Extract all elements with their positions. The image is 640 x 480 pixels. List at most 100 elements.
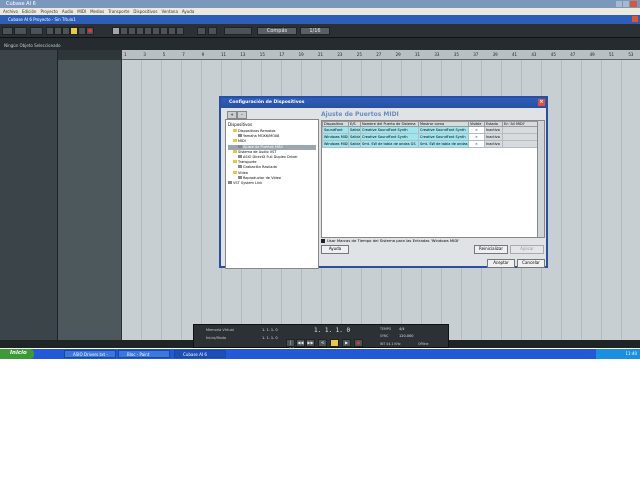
taskbar-item[interactable]: Bloc - Paint xyxy=(118,350,170,358)
menu-item-midi[interactable]: MIDI xyxy=(77,9,86,14)
timeline-ruler[interactable]: 1 3 5 7 9 11 13 15 17 19 21 23 25 27 29 31 33 35 37 39 41 43 4… xyxy=(122,50,640,60)
toolbar-button-2[interactable] xyxy=(14,27,27,35)
column-header[interactable]: Nombre del Puerto de Sistema xyxy=(360,121,419,127)
transport-record[interactable]: ● xyxy=(354,339,363,347)
device-icon xyxy=(238,175,242,179)
remove-icon[interactable]: – xyxy=(237,111,247,119)
apply-button[interactable]: Aplicar xyxy=(510,245,544,254)
tempo-mode[interactable]: TEMPO xyxy=(380,327,391,331)
reset-button[interactable]: Reinicializar xyxy=(474,245,508,254)
table-row[interactable]: Windows MIDI Salida Creative SoundFont Syn… xyxy=(322,133,538,141)
info-line-text: Ningún Objeto Seleccionado xyxy=(4,43,61,48)
tool-draw[interactable] xyxy=(168,27,176,35)
dialog-close-icon[interactable]: × xyxy=(538,99,545,106)
folder-icon xyxy=(233,149,237,153)
table-cell: Creative SoundFont Synth xyxy=(360,126,419,134)
tree-item-label: Grabación Rasilada xyxy=(243,165,277,170)
toolbar-button-1[interactable] xyxy=(2,27,13,35)
ruler-bar-23: 23 xyxy=(337,52,343,57)
transport-label-loop: Ínicio/Modo xyxy=(206,336,226,340)
ruler-bar-1: 1 xyxy=(124,52,127,57)
transport-back[interactable]: ◀◀ xyxy=(296,339,305,347)
table-row[interactable]: SoundFont Salida Creative SoundFont Synth C… xyxy=(322,126,538,134)
tree-item-label: Sistema de Audio VST xyxy=(238,149,277,154)
windows-taskbar: Inicio ASIO Drivers.txt - Bloc de notas B… xyxy=(0,349,640,364)
menu-item-medios[interactable]: Medios xyxy=(90,9,104,14)
forward-button[interactable] xyxy=(54,27,62,35)
timestamp-checkbox[interactable] xyxy=(321,239,325,243)
table-scrollbar[interactable] xyxy=(537,120,545,238)
tool-mute[interactable] xyxy=(160,27,168,35)
folder-icon xyxy=(233,129,237,132)
toolbar-button-3[interactable] xyxy=(30,27,43,35)
help-button[interactable]: Ayuda xyxy=(321,245,349,254)
accept-button[interactable]: Aceptar xyxy=(487,259,515,268)
menu-item-dispositivos[interactable]: Dispositivos xyxy=(133,9,157,14)
menu-item-audio[interactable]: Audio xyxy=(62,9,73,14)
menu-item-ventana[interactable]: Ventana xyxy=(161,9,177,14)
tree-item-label: Ajuste de Puertos MIDI xyxy=(243,144,283,149)
toolbar-buttons: ● Compás 1/16 xyxy=(2,27,382,35)
tray-clock: 11:40 xyxy=(625,351,637,356)
stop-button[interactable] xyxy=(70,27,78,35)
inspector-panel xyxy=(0,50,58,348)
quantize-button[interactable] xyxy=(224,27,252,35)
menu-item-ayuda[interactable]: Ayuda xyxy=(182,9,194,14)
menu-item-proyecto[interactable]: Proyecto xyxy=(40,9,57,14)
toolbar: ● Compás 1/16 xyxy=(0,24,640,37)
tool-glue[interactable] xyxy=(136,27,144,35)
table-cell[interactable]: × xyxy=(468,133,485,141)
menu-items: Archivo Edición Proyecto Audio MIDI Medios Tra… xyxy=(3,9,198,14)
panel-title: Ajuste de Puertos MIDI xyxy=(321,111,399,118)
add-icon[interactable]: + xyxy=(227,111,237,119)
table-cell[interactable]: × xyxy=(468,140,485,148)
tool-split[interactable] xyxy=(128,27,136,35)
sync-button[interactable]: SYNC xyxy=(380,334,389,338)
maximize-icon[interactable] xyxy=(623,1,629,7)
close-icon[interactable] xyxy=(630,1,637,7)
tool-zoom[interactable] xyxy=(152,27,160,35)
table-row[interactable]: Windows MIDI Salida Smt. SW de tabla de on… xyxy=(322,140,538,148)
taskbar-item[interactable]: Cubase AI 6 xyxy=(174,350,226,358)
transport-fwd[interactable]: ▶▶ xyxy=(306,339,315,347)
mode-select[interactable]: Compás xyxy=(257,27,297,35)
tree-header: Dispositivos xyxy=(228,122,253,127)
start-button[interactable]: Inicio xyxy=(0,349,34,359)
app-title-bar: Cubase AI 6 xyxy=(0,0,640,8)
transport-play[interactable]: ▶ xyxy=(342,339,351,347)
zoom-select[interactable]: 1/16 xyxy=(300,27,330,35)
rewind-button[interactable] xyxy=(46,27,54,35)
tool-line[interactable] xyxy=(176,27,184,35)
transport-main-position: 1. 1. 1. 0 xyxy=(314,327,351,334)
table-cell: Creative SoundFont Synth xyxy=(418,126,469,134)
menu-item-archivo[interactable]: Archivo xyxy=(3,9,18,14)
transport-stop[interactable] xyxy=(330,339,339,347)
device-icon xyxy=(238,154,242,158)
table-cell: Inactivo xyxy=(484,133,503,141)
cycle-button[interactable] xyxy=(62,27,70,35)
transport-panel: Memoria Virtual Ínicio/Modo 1. 1. 1. 0 1… xyxy=(193,324,449,351)
project-close-icon[interactable] xyxy=(632,16,638,22)
play-button[interactable] xyxy=(78,27,86,35)
cancel-button[interactable]: Cancelar xyxy=(517,259,545,268)
tool-pointer[interactable] xyxy=(112,27,120,35)
menu-item-edición[interactable]: Edición xyxy=(22,9,36,14)
menu-item-transporte[interactable]: Transporte xyxy=(108,9,129,14)
table-cell: Inactivo xyxy=(484,140,503,148)
table-cell[interactable]: × xyxy=(468,126,485,134)
grid-button[interactable] xyxy=(208,27,217,35)
transport-cycle[interactable]: ⟲ xyxy=(318,339,327,347)
tool-range[interactable] xyxy=(120,27,128,35)
transport-rewind[interactable]: |◀◀ xyxy=(286,339,295,351)
minimize-icon[interactable] xyxy=(616,1,622,7)
tree-items: Dispositivos Remotos Yamaha MOX6/MOX8 MIDI… xyxy=(228,129,316,186)
tree-item[interactable]: VST System Link xyxy=(228,180,316,186)
taskbar-item[interactable]: ASIO Drivers.txt - Bloc de notas xyxy=(64,350,116,364)
record-button[interactable]: ● xyxy=(86,27,94,35)
folder-icon xyxy=(233,139,237,143)
ruler-bar-17: 17 xyxy=(279,52,285,57)
ruler-bar-25: 25 xyxy=(356,52,362,57)
tree-item-label: Transporte xyxy=(238,160,257,165)
tool-erase[interactable] xyxy=(144,27,152,35)
snap-button[interactable] xyxy=(197,27,206,35)
